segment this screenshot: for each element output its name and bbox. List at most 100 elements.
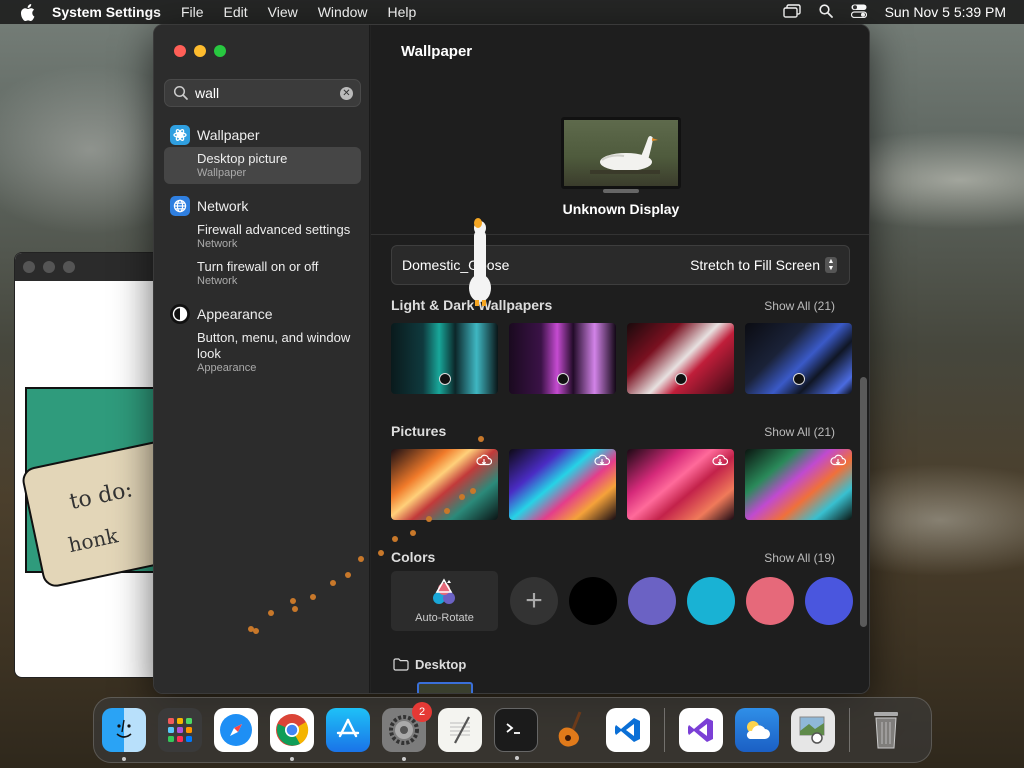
color-swatch-black[interactable] xyxy=(569,577,617,625)
result-location: Appearance xyxy=(197,362,257,374)
section-light-dark: Light & Dark Wallpapers Show All (21) xyxy=(391,297,835,313)
result-button-menu-look[interactable]: Button, menu, and window look Appearance xyxy=(164,326,361,379)
result-title: Turn firewall on or off xyxy=(197,259,319,274)
menu-app-name[interactable]: System Settings xyxy=(52,4,161,20)
fit-mode-select[interactable]: Stretch to Fill Screen ▲ ▼ xyxy=(690,257,837,273)
menu-file[interactable]: File xyxy=(181,4,204,20)
terminal-icon[interactable] xyxy=(494,708,538,760)
result-title: Button, menu, and window look xyxy=(197,330,351,361)
maximize-button[interactable] xyxy=(214,45,226,57)
menu-help[interactable]: Help xyxy=(388,4,417,20)
running-indicator xyxy=(122,757,126,761)
search-field[interactable]: ✕ xyxy=(164,79,361,107)
wallpaper-thumbnail[interactable] xyxy=(745,449,852,520)
result-category-wallpaper[interactable]: Wallpaper xyxy=(170,123,361,147)
result-location: Network xyxy=(197,275,238,287)
show-all-pictures-button[interactable]: Show All (21) xyxy=(764,425,835,439)
search-input[interactable] xyxy=(195,85,335,101)
search-icon xyxy=(173,85,189,101)
color-swatch-blue[interactable] xyxy=(805,577,853,625)
dock-separator xyxy=(849,708,850,752)
todo-note-title: to do: xyxy=(67,477,135,515)
wallpaper-thumbnail[interactable] xyxy=(509,323,616,394)
screen-mirroring-icon[interactable] xyxy=(782,3,801,21)
notification-badge: 2 xyxy=(412,702,432,722)
result-group-wallpaper: Wallpaper Desktop picture Wallpaper xyxy=(164,123,361,184)
section-colors: Colors Show All (19) xyxy=(391,549,835,565)
wallpaper-thumbnail[interactable] xyxy=(627,449,734,520)
color-swatch-pink[interactable] xyxy=(746,577,794,625)
menu-view[interactable]: View xyxy=(268,4,298,20)
clear-search-icon[interactable]: ✕ xyxy=(340,87,353,100)
apple-menu-icon[interactable] xyxy=(17,2,37,22)
show-all-light-dark-button[interactable]: Show All (21) xyxy=(764,299,835,313)
menu-edit[interactable]: Edit xyxy=(224,4,248,20)
plus-icon: + xyxy=(525,584,543,617)
up-down-chevron-icon: ▲ ▼ xyxy=(825,257,837,273)
result-group-appearance: Appearance Button, menu, and window look… xyxy=(164,302,361,379)
wallpaper-thumbnail[interactable] xyxy=(745,323,852,394)
vscode-icon[interactable] xyxy=(606,708,650,752)
display-preview xyxy=(561,117,681,189)
textedit-icon[interactable] xyxy=(438,708,482,752)
wallpaper-thumbnail[interactable] xyxy=(627,323,734,394)
trash-icon[interactable] xyxy=(864,708,908,752)
result-category-label: Appearance xyxy=(197,306,273,322)
todo-note-text: honk xyxy=(66,523,121,558)
folder-icon xyxy=(393,658,409,671)
section-title: Desktop xyxy=(415,657,467,672)
fit-mode-value: Stretch to Fill Screen xyxy=(690,257,820,273)
menu-window[interactable]: Window xyxy=(318,4,368,20)
appearance-icon xyxy=(170,304,190,324)
wallpaper-icon xyxy=(170,125,190,145)
result-group-network: Network Firewall advanced settings Netwo… xyxy=(164,194,361,292)
show-all-colors-button[interactable]: Show All (19) xyxy=(764,551,835,565)
scrollbar[interactable] xyxy=(860,377,867,627)
app-store-icon[interactable] xyxy=(326,708,370,752)
result-category-label: Wallpaper xyxy=(197,127,260,143)
add-color-button[interactable]: + xyxy=(510,577,558,625)
background-window-titlebar[interactable] xyxy=(15,253,163,281)
color-swatch-cyan[interactable] xyxy=(687,577,735,625)
result-category-network[interactable]: Network xyxy=(170,194,361,218)
control-center-icon[interactable] xyxy=(850,4,867,21)
result-category-appearance[interactable]: Appearance xyxy=(170,302,361,326)
result-desktop-picture[interactable]: Desktop picture Wallpaper xyxy=(164,147,361,184)
dynamic-appearance-icon xyxy=(793,373,805,385)
minimize-button[interactable] xyxy=(194,45,206,57)
section-title: Pictures xyxy=(391,423,447,439)
running-indicator xyxy=(290,757,294,761)
safari-icon[interactable] xyxy=(214,708,258,752)
result-firewall-advanced[interactable]: Firewall advanced settings Network xyxy=(164,218,361,255)
finder-icon[interactable] xyxy=(102,708,146,761)
garageband-icon[interactable] xyxy=(550,708,594,752)
result-firewall-toggle[interactable]: Turn firewall on or off Network xyxy=(164,255,361,292)
visual-studio-icon[interactable] xyxy=(679,708,723,752)
auto-rotate-button[interactable]: Auto-Rotate xyxy=(391,571,498,631)
weather-icon[interactable] xyxy=(735,708,779,752)
window-controls xyxy=(174,45,226,57)
cloud-download-icon xyxy=(594,454,610,466)
background-window[interactable]: to do: honk xyxy=(14,252,164,678)
chrome-icon[interactable] xyxy=(270,708,314,761)
system-settings-icon[interactable]: 2 xyxy=(382,702,432,761)
close-button[interactable] xyxy=(174,45,186,57)
desktop-folder-thumbnail[interactable] xyxy=(417,682,473,693)
display-preview-area: Unknown Display xyxy=(371,77,869,235)
result-location: Wallpaper xyxy=(197,167,247,179)
pictures-thumbnails xyxy=(391,449,852,520)
menu-clock[interactable]: Sun Nov 5 5:39 PM xyxy=(885,4,1006,20)
preview-icon[interactable] xyxy=(791,708,835,752)
display-name: Unknown Display xyxy=(562,201,680,217)
spotlight-search-icon[interactable] xyxy=(818,3,833,21)
wallpaper-thumbnail[interactable] xyxy=(509,449,616,520)
running-indicator xyxy=(515,756,519,760)
dock: 2 xyxy=(93,697,932,763)
auto-rotate-icon xyxy=(433,578,455,604)
result-category-label: Network xyxy=(197,198,249,214)
color-swatch-purple[interactable] xyxy=(628,577,676,625)
dynamic-appearance-icon xyxy=(557,373,569,385)
launchpad-icon[interactable] xyxy=(158,708,202,752)
page-title: Wallpaper xyxy=(401,43,473,60)
wallpaper-thumbnail[interactable] xyxy=(391,323,498,394)
